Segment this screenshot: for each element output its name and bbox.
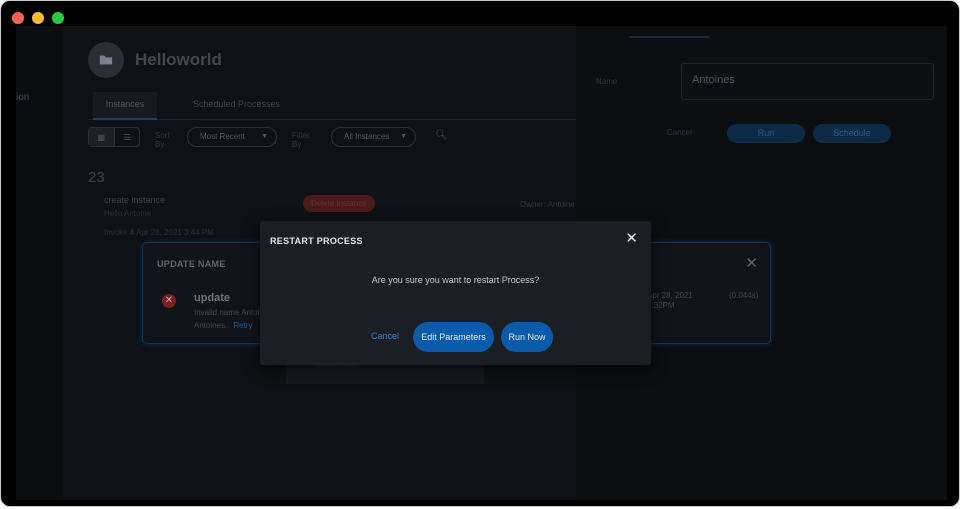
retry-link[interactable]: Retry — [233, 321, 252, 330]
left-nav: ion — [16, 26, 63, 500]
delete-instance-badge[interactable]: Delete Instance — [303, 195, 375, 212]
filter-value: All Instances — [344, 132, 390, 141]
sort-label: Sort By — [155, 131, 170, 149]
update-time: 3:32PM — [647, 301, 675, 310]
update-item-desc-2: Antoines. Retry — [194, 321, 252, 330]
edit-parameters-button[interactable]: Edit Parameters — [413, 322, 494, 352]
process-tabs: Instances Scheduled Processes — [88, 92, 576, 120]
chevron-down-icon: ▼ — [261, 133, 268, 140]
run-now-button[interactable]: Run Now — [501, 322, 553, 352]
cancel-button[interactable]: Cancel — [371, 331, 399, 341]
instance-owner: Owner: Antoine — [520, 200, 575, 209]
name-label: Name — [596, 77, 618, 86]
view-toggle: ▦ ☰ — [88, 127, 140, 147]
app-content: ion Helloworld Instances Scheduled Proce… — [16, 26, 947, 500]
panel-tab-indicator — [629, 36, 709, 38]
restart-process-modal: RESTART PROCESS ✕ Are you sure you want … — [260, 221, 651, 365]
update-item-title: update — [194, 292, 231, 304]
error-icon: ✕ — [162, 294, 176, 308]
sort-dropdown[interactable]: Most Recent ▼ — [187, 127, 277, 147]
tab-instances[interactable]: Instances — [93, 92, 157, 120]
modal-message: Are you sure you want to restart Process… — [371, 275, 540, 285]
process-title: Helloworld — [135, 50, 222, 69]
update-duration: (0.044s) — [729, 291, 759, 300]
panel-run-button[interactable]: Run — [727, 124, 805, 143]
app-window: ion Helloworld Instances Scheduled Proce… — [0, 0, 960, 507]
update-dialog-title: UPDATE NAME — [157, 259, 226, 269]
sort-value: Most Recent — [200, 132, 245, 141]
filter-label: Filter By — [292, 131, 310, 149]
search-icon[interactable]: 🔍︎ — [435, 130, 448, 141]
grid-view-icon[interactable]: ▦ — [89, 128, 115, 146]
update-item-desc-2-text: Antoines. — [194, 321, 228, 330]
close-icon[interactable]: ✕ — [625, 229, 638, 247]
folder-icon — [88, 42, 124, 78]
instance-sub: Hello Antoine — [104, 209, 152, 218]
tab-scheduled-processes[interactable]: Scheduled Processes — [193, 92, 280, 120]
close-icon[interactable]: ✕ — [745, 254, 758, 272]
list-view-icon[interactable]: ☰ — [115, 128, 140, 146]
panel-schedule-button[interactable]: Schedule — [813, 124, 891, 143]
window-minimize-button[interactable] — [32, 12, 44, 24]
instance-name[interactable]: create instance — [104, 195, 165, 205]
instance-date: Invoke 4 Apr 28, 2021 3:44 PM — [104, 228, 214, 237]
window-close-button[interactable] — [12, 12, 24, 24]
owner-value: Antoine — [547, 200, 575, 209]
owner-label: Owner: — [520, 200, 546, 209]
name-input[interactable]: Antoines — [681, 63, 934, 100]
update-date: Apr 28, 2021 — [647, 291, 693, 300]
chevron-down-icon: ▼ — [400, 133, 407, 140]
nav-item-partial-2[interactable]: ion — [16, 92, 29, 103]
update-item-desc: Invalid name Antoi — [194, 308, 260, 317]
window-maximize-button[interactable] — [52, 12, 64, 24]
filter-dropdown[interactable]: All Instances ▼ — [331, 127, 416, 147]
modal-title: RESTART PROCESS — [270, 236, 363, 246]
instance-count: 23 — [88, 169, 105, 186]
panel-cancel-button[interactable]: Cancel — [667, 128, 692, 137]
